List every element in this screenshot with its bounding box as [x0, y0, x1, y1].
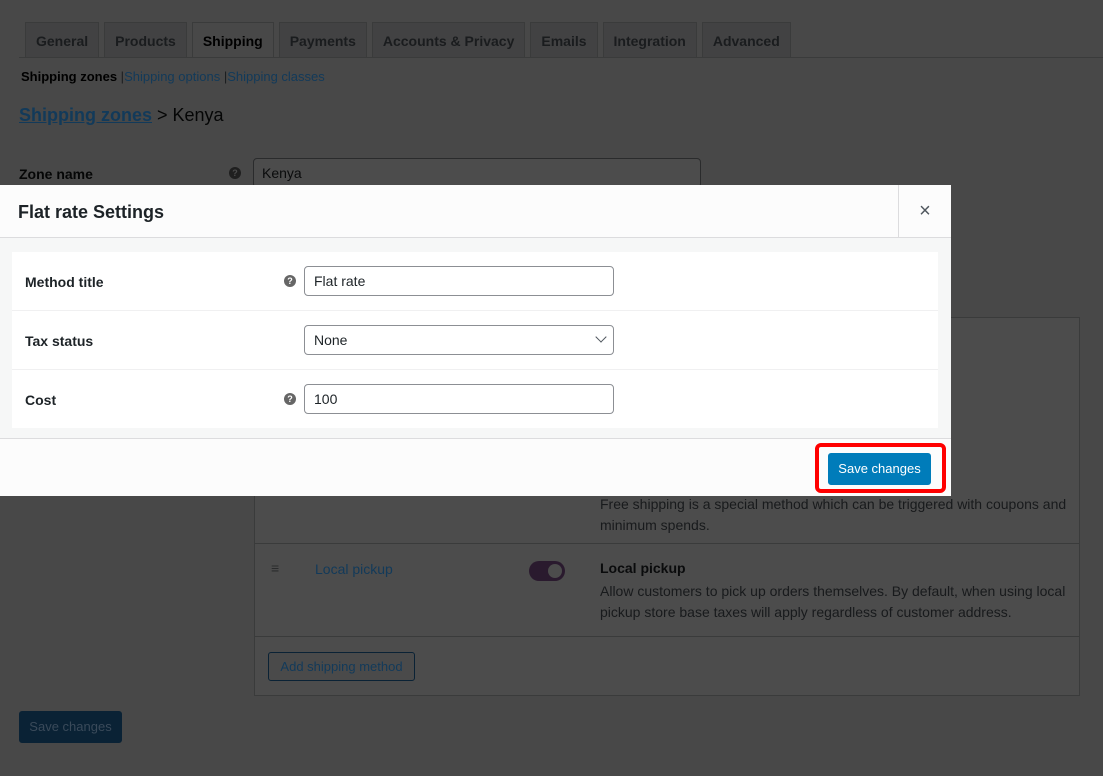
subnav-shipping-options[interactable]: Shipping options: [124, 69, 220, 84]
help-icon: ?: [284, 275, 296, 287]
local-pickup-toggle[interactable]: [529, 561, 565, 581]
help-icon: ?: [284, 393, 296, 405]
settings-form: Method title ? Flat rate Tax status None…: [12, 252, 938, 428]
tab-integration[interactable]: Integration: [602, 22, 697, 58]
modal-header: Flat rate Settings ×: [0, 185, 951, 238]
cost-input[interactable]: 100: [304, 384, 614, 414]
breadcrumb: Shipping zones > Kenya: [19, 105, 224, 126]
settings-tabs: General Products Shipping Payments Accou…: [25, 22, 791, 58]
add-shipping-method-button[interactable]: Add shipping method: [268, 652, 415, 681]
subnav-shipping-classes[interactable]: Shipping classes: [227, 69, 325, 84]
close-icon[interactable]: ×: [898, 185, 951, 238]
breadcrumb-shipping-zones-link[interactable]: Shipping zones: [19, 105, 152, 125]
zone-name-input[interactable]: Kenya: [253, 158, 701, 188]
tab-emails[interactable]: Emails: [530, 22, 598, 58]
tab-shipping[interactable]: Shipping: [191, 22, 274, 58]
tab-advanced[interactable]: Advanced: [701, 22, 791, 58]
method-title-label: Method title: [25, 274, 104, 290]
highlight-box: [815, 443, 946, 493]
tab-accounts-privacy[interactable]: Accounts & Privacy: [371, 22, 526, 58]
method-title-row: Method title ? Flat rate: [12, 252, 938, 311]
chevron-down-icon: [595, 331, 607, 343]
breadcrumb-separator: >: [152, 105, 173, 125]
row-divider: [255, 636, 1079, 637]
help-icon: ?: [229, 167, 241, 179]
local-pickup-description: Allow customers to pick up orders themse…: [600, 583, 1066, 620]
page-save-changes-button[interactable]: Save changes: [19, 711, 122, 743]
cost-row: Cost ? 100: [12, 370, 938, 429]
free-shipping-description: Free shipping is a special method which …: [600, 496, 1067, 533]
modal-footer: Save changes: [0, 438, 951, 496]
tabs-divider: [19, 57, 1103, 58]
subnav-shipping-zones: Shipping zones: [21, 69, 118, 84]
tab-products[interactable]: Products: [104, 22, 187, 58]
flat-rate-settings-modal: Flat rate Settings × Method title ? Flat…: [0, 185, 951, 496]
shipping-subnav: Shipping zones |Shipping options |Shippi…: [21, 69, 325, 84]
row-divider: [255, 543, 1079, 544]
tab-payments[interactable]: Payments: [278, 22, 367, 58]
tax-status-label: Tax status: [25, 333, 94, 349]
local-pickup-title: Local pickup: [600, 560, 686, 576]
zone-name-label: Zone name: [19, 166, 93, 182]
tab-general[interactable]: General: [25, 22, 100, 58]
tax-status-row: Tax status None: [12, 311, 938, 370]
method-title-input[interactable]: Flat rate: [304, 266, 614, 296]
modal-title: Flat rate Settings: [18, 202, 165, 222]
local-pickup-link[interactable]: Local pickup: [315, 561, 393, 577]
tax-status-value: None: [314, 332, 348, 348]
tax-status-select[interactable]: None: [304, 325, 614, 355]
drag-handle-icon[interactable]: ≡: [271, 560, 279, 576]
breadcrumb-current: Kenya: [172, 105, 224, 125]
cost-label: Cost: [25, 392, 57, 408]
